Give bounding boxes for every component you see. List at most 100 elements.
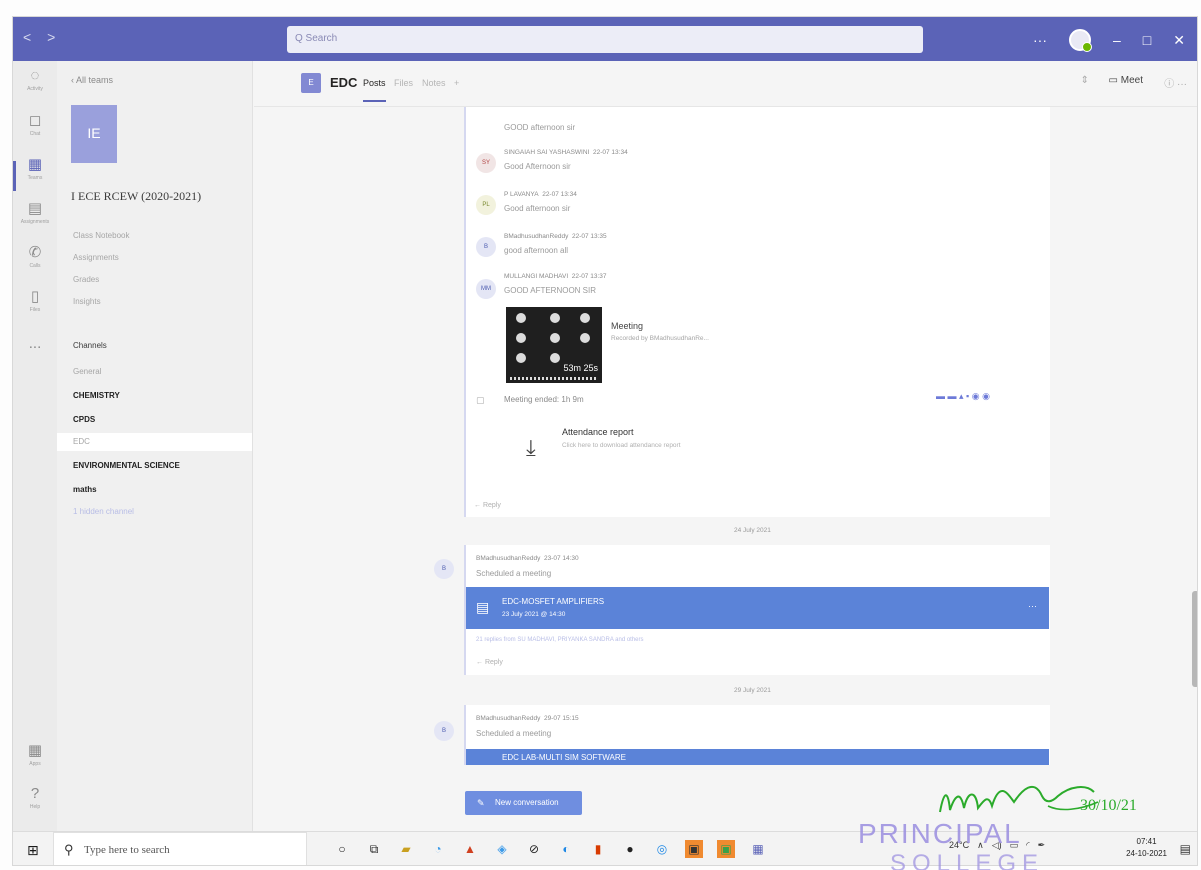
insights-link[interactable]: Insights [73, 297, 101, 306]
add-tab-button[interactable]: + [454, 78, 459, 88]
replies-summary[interactable]: 21 replies from SU MADHAVI, PRIYANKA SAN… [476, 637, 644, 643]
avatar: MM [476, 279, 496, 299]
participant-avatars: ▬ ▬ ▴ ▪ ◉ ◉ [936, 391, 990, 401]
avatar: B [476, 237, 496, 257]
attendance-report-title[interactable]: Attendance report [562, 427, 634, 437]
office-icon[interactable]: ▮ [589, 840, 607, 858]
hidden-channels-link[interactable]: 1 hidden channel [73, 507, 134, 516]
scrollbar[interactable] [1192, 591, 1197, 687]
app-icon[interactable]: ▲ [461, 840, 479, 858]
calls-icon: ✆ [28, 244, 42, 261]
minimize-button[interactable]: – [1113, 32, 1121, 48]
message-body: Good afternoon sir [504, 204, 571, 213]
message-author: BMadhusudhanReddy 22-07 13:35 [504, 233, 607, 240]
message-body: Good Afternoon sir [504, 162, 571, 171]
reply-link[interactable]: ← Reply [476, 659, 503, 666]
tab-posts[interactable]: Posts [363, 78, 386, 102]
date-separator: 29 July 2021 [734, 687, 771, 694]
recording-progress [510, 377, 598, 380]
help-icon: ? [30, 785, 40, 802]
clock-time: 07:41 [1136, 837, 1157, 846]
channel-header: E EDC Posts Files Notes + ⇕ ▭ Meet ⓘ ··· [254, 61, 1197, 107]
channel-chemistry[interactable]: CHEMISTRY [73, 391, 120, 400]
header-more-button[interactable]: ⓘ ··· [1164, 75, 1187, 90]
participant-dot [550, 353, 560, 363]
rail-help[interactable]: ? Help [13, 785, 57, 829]
windows-start-icon[interactable]: ⊞ [27, 842, 39, 859]
nav-arrows[interactable]: < > [23, 29, 61, 45]
channels-header: Channels [73, 341, 107, 350]
handwritten-signature: 30/10/21 [939, 785, 1137, 814]
app-icon[interactable]: ⊘ [525, 840, 543, 858]
channel-environmental-science[interactable]: ENVIRONMENTAL SCIENCE [73, 461, 180, 470]
all-teams-link[interactable]: ‹ All teams [71, 75, 113, 85]
more-icon[interactable]: ··· [1033, 32, 1047, 48]
app-icon[interactable]: ▣ [717, 840, 735, 858]
rail-activity[interactable]: ◌ Activity [13, 67, 57, 111]
participant-dot [550, 333, 560, 343]
recording-thumbnail[interactable]: 53m 25s [506, 307, 602, 383]
close-button[interactable]: ✕ [1173, 32, 1185, 49]
more-icon: ... [28, 335, 42, 352]
channel-cpds[interactable]: CPDS [73, 415, 95, 424]
meet-button[interactable]: ▭ Meet [1109, 75, 1143, 86]
message-author: P LAVANYA 22-07 13:34 [504, 191, 577, 198]
message-body: good afternoon all [504, 246, 569, 255]
app-icon[interactable]: ▣ [685, 840, 703, 858]
avatar: SY [476, 153, 496, 173]
team-name: I ECE RCEW (2020-2021) [71, 189, 202, 203]
taskbar-search[interactable]: ⚲ Type here to search [53, 832, 307, 865]
new-conversation-button[interactable]: ✎ New conversation [465, 791, 582, 815]
app-icon[interactable]: ◈ [493, 840, 511, 858]
message-body: GOOD AFTERNOON SIR [504, 286, 597, 295]
notifications-icon[interactable]: ▤ [1180, 842, 1191, 856]
participant-dot [550, 313, 560, 323]
grades-link[interactable]: Grades [73, 275, 99, 284]
participant-dot [580, 313, 590, 323]
app-icon[interactable]: ● [621, 840, 639, 858]
reply-link[interactable]: ← Reply [474, 502, 501, 509]
assignments-icon: ▤ [27, 200, 43, 217]
file-explorer-icon[interactable]: ▰ [397, 840, 415, 858]
assignments-link[interactable]: Assignments [73, 253, 119, 262]
class-notebook-link[interactable]: Class Notebook [73, 231, 129, 240]
edge-icon[interactable]: ◐ [557, 840, 575, 858]
rail-chat[interactable]: ◻ Chat [13, 111, 57, 155]
maximize-button[interactable]: □ [1143, 32, 1151, 48]
recording-title[interactable]: Meeting [611, 321, 643, 331]
app-icon[interactable]: ◔ [429, 840, 447, 858]
rail-teams[interactable]: ▦ Teams [13, 155, 57, 199]
message-body: GOOD afternoon sir [504, 123, 576, 132]
expand-icon[interactable]: ⇕ [1081, 75, 1089, 86]
rail-apps[interactable]: ▦ Apps [13, 741, 57, 785]
taskbar-apps: ○ ⧉ ▰ ◔ ▲ ◈ ⊘ ◐ ▮ ● ◎ ▣ ▣ ▦ [333, 840, 767, 858]
chrome-icon[interactable]: ◎ [653, 840, 671, 858]
cortana-icon[interactable]: ○ [333, 840, 351, 858]
rail-assignments[interactable]: ▤ Assignments [13, 199, 57, 243]
channel-icon: E [301, 73, 321, 93]
window-controls: ··· – □ ✕ [1033, 29, 1185, 52]
clock[interactable]: 07:41 24-10-2021 [1126, 836, 1167, 860]
rail-files[interactable]: ▯ Files [13, 287, 57, 331]
channel-maths[interactable]: maths [73, 485, 97, 494]
chat-icon: ◻ [28, 112, 42, 129]
meeting-card[interactable]: ▤ EDC-MOSFET AMPLIFIERS 23 July 2021 @ 1… [466, 587, 1049, 629]
rail-more[interactable]: ... [13, 335, 57, 379]
more-icon[interactable]: ··· [1028, 601, 1037, 611]
avatar: PL [476, 195, 496, 215]
video-icon: ▭ [1108, 75, 1118, 86]
profile-avatar[interactable] [1069, 29, 1092, 52]
search-input[interactable]: Q Search [287, 26, 923, 53]
recording-duration: 53m 25s [563, 363, 598, 373]
download-icon[interactable]: ⤓ [526, 435, 536, 461]
message-author: BMadhusudhanReddy 23-07 14:30 [476, 555, 579, 562]
task-view-icon[interactable]: ⧉ [365, 840, 383, 858]
teams-taskbar-icon[interactable]: ▦ [749, 840, 767, 858]
tab-files[interactable]: Files [394, 78, 413, 88]
rail-calls[interactable]: ✆ Calls [13, 243, 57, 287]
compose-icon: ✎ [477, 798, 485, 808]
tab-notes[interactable]: Notes [422, 78, 446, 88]
meeting-ended-text: Meeting ended: 1h 9m [504, 395, 584, 404]
channel-edc[interactable]: EDC [57, 433, 252, 451]
channel-general[interactable]: General [73, 367, 101, 376]
